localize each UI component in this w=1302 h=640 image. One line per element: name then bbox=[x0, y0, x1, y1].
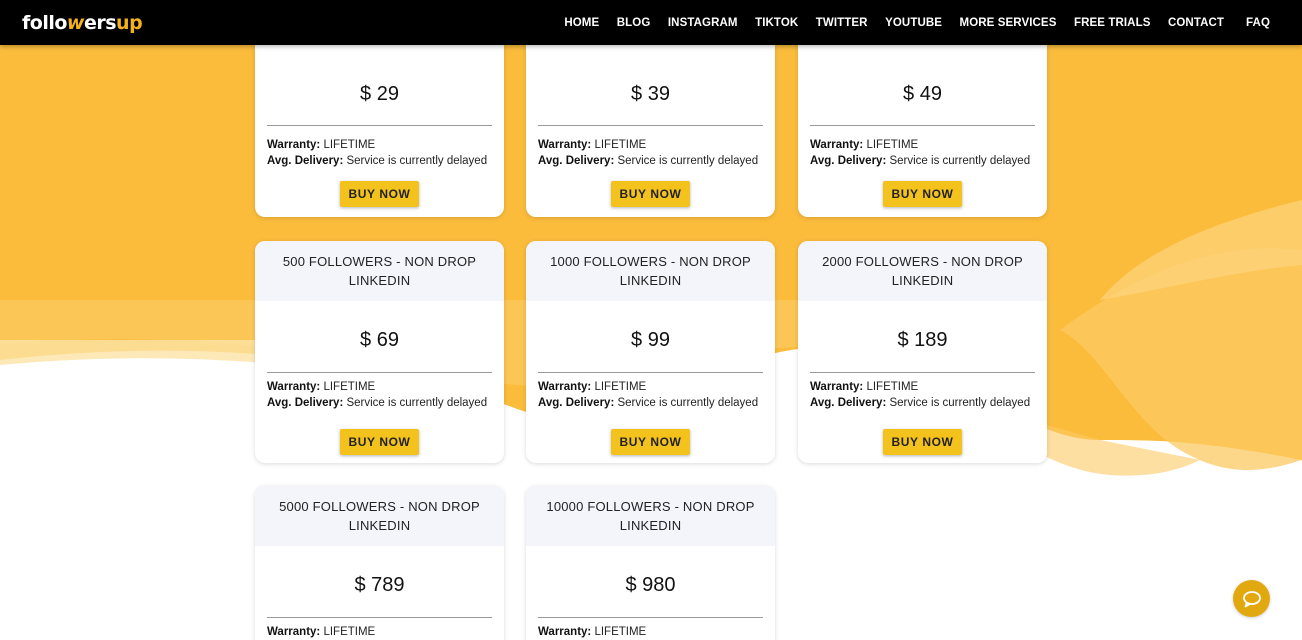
top-navbar: follo w ers up HOME BLOG INSTAGRAM TIKTOK T… bbox=[0, 0, 1302, 45]
card-title: 10000 FOLLOWERS - NON DROP LINKEDIN bbox=[526, 486, 775, 546]
delivery-label: Avg. Delivery: bbox=[810, 397, 887, 409]
nav-menu: HOME BLOG INSTAGRAM TIKTOK TWITTER YOUTU… bbox=[547, 17, 1280, 29]
card-divider bbox=[538, 125, 763, 126]
delivery-value: Service is currently delayed bbox=[346, 155, 488, 167]
buy-now-button[interactable]: BUY NOW bbox=[339, 429, 420, 455]
warranty-value: LIFETIME bbox=[594, 626, 647, 638]
card-details: Warranty: LIFETIME Avg. Delivery: Servic… bbox=[526, 131, 770, 169]
nav-twitter[interactable]: TWITTER bbox=[816, 17, 868, 29]
card-price: $ 189 bbox=[897, 329, 948, 351]
warranty-value: LIFETIME bbox=[594, 381, 647, 393]
nav-free-trials[interactable]: FREE TRIALS bbox=[1074, 17, 1151, 29]
pricing-card: 2000 FOLLOWERS - NON DROP LINKEDIN $ 189… bbox=[798, 241, 1047, 463]
delivery-label: Avg. Delivery: bbox=[810, 155, 887, 167]
card-details: Warranty: LIFETIME Avg. Delivery: Servic… bbox=[255, 131, 499, 169]
warranty-label: Warranty: bbox=[810, 381, 864, 393]
card-details: Warranty: LIFETIME bbox=[526, 618, 775, 640]
card-price: $ 29 bbox=[360, 83, 399, 105]
card-price: $ 49 bbox=[903, 83, 942, 105]
logo-text: up bbox=[116, 11, 143, 34]
card-title: 2000 FOLLOWERS - NON DROP LINKEDIN bbox=[798, 241, 1047, 301]
nav-youtube[interactable]: YOUTUBE bbox=[885, 17, 942, 29]
warranty-value: LIFETIME bbox=[866, 381, 919, 393]
delivery-label: Avg. Delivery: bbox=[538, 397, 615, 409]
pricing-card: 1000 FOLLOWERS - NON DROP LINKEDIN $ 99 … bbox=[526, 241, 775, 463]
warranty-value: LIFETIME bbox=[594, 139, 647, 151]
pricing-card: 500 FOLLOWERS - NON DROP LINKEDIN $ 69 W… bbox=[255, 241, 504, 463]
nav-home[interactable]: HOME bbox=[564, 17, 599, 29]
card-title: 1000 FOLLOWERS - NON DROP LINKEDIN bbox=[526, 241, 775, 301]
delivery-label: Avg. Delivery: bbox=[267, 155, 344, 167]
buy-now-button[interactable]: BUY NOW bbox=[339, 181, 420, 207]
warranty-value: LIFETIME bbox=[323, 626, 376, 638]
delivery-value: Service is currently delayed bbox=[617, 397, 759, 409]
delivery-label: Avg. Delivery: bbox=[538, 155, 615, 167]
buy-now-button[interactable]: BUY NOW bbox=[882, 429, 963, 455]
delivery-label: Avg. Delivery: bbox=[267, 397, 344, 409]
buy-now-button[interactable]: BUY NOW bbox=[610, 181, 691, 207]
buy-now-button[interactable]: BUY NOW bbox=[610, 429, 691, 455]
card-details: Warranty: LIFETIME Avg. Delivery: Servic… bbox=[798, 373, 1047, 411]
delivery-value: Service is currently delayed bbox=[889, 155, 1031, 167]
nav-instagram[interactable]: INSTAGRAM bbox=[668, 17, 738, 29]
card-price: $ 789 bbox=[354, 574, 405, 596]
warranty-value: LIFETIME bbox=[323, 139, 376, 151]
site-logo[interactable]: follo w ers up bbox=[22, 11, 143, 34]
buy-now-button[interactable]: BUY NOW bbox=[882, 181, 963, 207]
card-details: Warranty: LIFETIME Avg. Delivery: Servic… bbox=[798, 131, 1042, 169]
logo-text: ers bbox=[83, 11, 117, 34]
card-details: Warranty: LIFETIME bbox=[255, 618, 504, 640]
warranty-label: Warranty: bbox=[267, 139, 321, 151]
nav-faq[interactable]: FAQ bbox=[1246, 17, 1270, 29]
delivery-value: Service is currently delayed bbox=[617, 155, 759, 167]
delivery-value: Service is currently delayed bbox=[346, 397, 488, 409]
card-details: Warranty: LIFETIME Avg. Delivery: Servic… bbox=[526, 373, 775, 411]
card-details: Warranty: LIFETIME Avg. Delivery: Servic… bbox=[255, 373, 504, 411]
warranty-label: Warranty: bbox=[538, 381, 592, 393]
nav-blog[interactable]: BLOG bbox=[617, 17, 651, 29]
card-title: 5000 FOLLOWERS - NON DROP LINKEDIN bbox=[255, 486, 504, 546]
warranty-label: Warranty: bbox=[810, 139, 864, 151]
card-divider bbox=[267, 125, 492, 126]
warranty-value: LIFETIME bbox=[866, 139, 919, 151]
card-price: $ 69 bbox=[360, 329, 399, 351]
chat-bubble-icon bbox=[1242, 590, 1261, 607]
warranty-label: Warranty: bbox=[538, 139, 592, 151]
nav-tiktok[interactable]: TIKTOK bbox=[755, 17, 798, 29]
pricing-card: 5000 FOLLOWERS - NON DROP LINKEDIN $ 789… bbox=[255, 486, 504, 640]
delivery-value: Service is currently delayed bbox=[889, 397, 1031, 409]
logo-text: follo bbox=[22, 11, 67, 34]
card-price: $ 39 bbox=[631, 83, 670, 105]
nav-contact[interactable]: CONTACT bbox=[1168, 17, 1224, 29]
card-divider bbox=[810, 125, 1035, 126]
logo-text: w bbox=[66, 11, 85, 34]
card-price: $ 99 bbox=[631, 329, 670, 351]
card-title: 500 FOLLOWERS - NON DROP LINKEDIN bbox=[255, 241, 504, 301]
warranty-label: Warranty: bbox=[267, 626, 321, 638]
card-price: $ 980 bbox=[625, 574, 676, 596]
pricing-card: 10000 FOLLOWERS - NON DROP LINKEDIN $ 98… bbox=[526, 486, 775, 640]
warranty-label: Warranty: bbox=[267, 381, 321, 393]
warranty-label: Warranty: bbox=[538, 626, 592, 638]
nav-more-services[interactable]: MORE SERVICES bbox=[960, 17, 1057, 29]
chat-button[interactable] bbox=[1233, 580, 1270, 617]
warranty-value: LIFETIME bbox=[323, 381, 376, 393]
